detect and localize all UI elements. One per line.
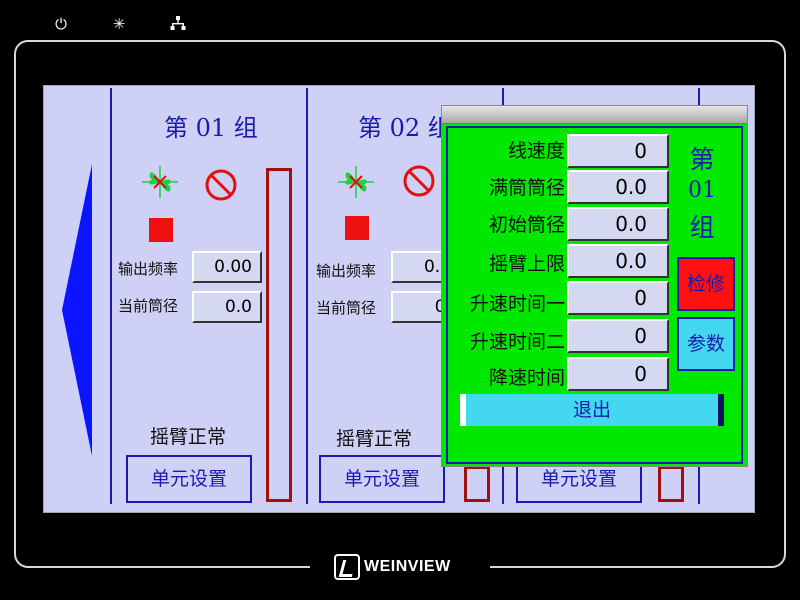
output-freq-value: 0.00 [192, 251, 262, 283]
diameter-level-bar [266, 168, 292, 502]
column-divider [110, 88, 112, 504]
brand-logo-mark [334, 554, 360, 580]
decel-time-label: 降速时间 [488, 367, 565, 389]
dialog-title-bar[interactable] [442, 106, 747, 124]
dialog-group-label: 第 [689, 145, 715, 174]
accel-time-1-label: 升速时间一 [469, 293, 565, 315]
diameter-level-bar [658, 466, 684, 502]
initial-diameter-input[interactable]: 0.0 [567, 207, 669, 241]
current-diameter-label: 当前筒径 [316, 299, 377, 317]
alarm-indicator [345, 216, 369, 240]
params-button[interactable]: 参数 [677, 317, 735, 371]
initial-diameter-label: 初始筒径 [488, 214, 565, 236]
group-01-title: 第 01 组 [164, 114, 258, 142]
fan-stopped-icon [142, 166, 178, 198]
power-icon: ⏻ [55, 15, 67, 33]
line-speed-input[interactable]: 0 [567, 134, 669, 168]
group-02-title: 第 02 组 [358, 114, 452, 142]
arm-upper-limit-input[interactable]: 0.0 [567, 244, 669, 278]
output-freq-label: 输出频率 [118, 260, 179, 278]
repair-button[interactable]: 检修 [677, 257, 735, 311]
full-diameter-input[interactable]: 0.0 [567, 170, 669, 204]
current-diameter-label: 当前筒径 [118, 297, 179, 315]
dialog-group-suffix: 组 [689, 213, 715, 242]
line-speed-label: 线速度 [507, 140, 565, 162]
brightness-icon: ✳ [112, 15, 126, 33]
arm-upper-limit-label: 摇臂上限 [488, 253, 565, 275]
alarm-indicator [149, 218, 173, 242]
column-divider [306, 88, 308, 504]
network-icon [169, 15, 187, 33]
unit-settings-button[interactable]: 单元设置 [126, 455, 252, 503]
accel-time-1-input[interactable]: 0 [567, 281, 669, 315]
full-diameter-label: 满筒筒径 [488, 177, 565, 199]
accel-time-2-label: 升速时间二 [469, 331, 565, 353]
group-params-dialog: 线速度 0 满筒筒径 0.0 初始筒径 0.0 摇臂上限 0.0 升速时间一 0… [441, 105, 748, 467]
decel-time-input[interactable]: 0 [567, 357, 669, 391]
diameter-level-bar [464, 466, 490, 502]
exit-button[interactable]: 退出 [460, 394, 724, 426]
brand-logo: WEINVIEW [334, 553, 451, 581]
previous-page-arrow-icon[interactable] [62, 164, 92, 456]
dialog-body: 线速度 0 满筒筒径 0.0 初始筒径 0.0 摇臂上限 0.0 升速时间一 0… [446, 126, 743, 464]
unit-settings-button[interactable]: 单元设置 [319, 455, 445, 503]
dialog-group-number: 01 [688, 178, 716, 203]
fan-stopped-icon [338, 166, 374, 198]
brand-logo-text: WEINVIEW [364, 558, 451, 575]
prohibited-icon [205, 169, 237, 201]
prohibited-icon [403, 165, 435, 197]
output-freq-label: 输出频率 [316, 262, 377, 280]
arm-status-text: 摇臂正常 [150, 426, 227, 448]
arm-status-text: 摇臂正常 [336, 428, 413, 450]
accel-time-2-input[interactable]: 0 [567, 319, 669, 353]
current-diameter-value: 0.0 [192, 291, 262, 323]
